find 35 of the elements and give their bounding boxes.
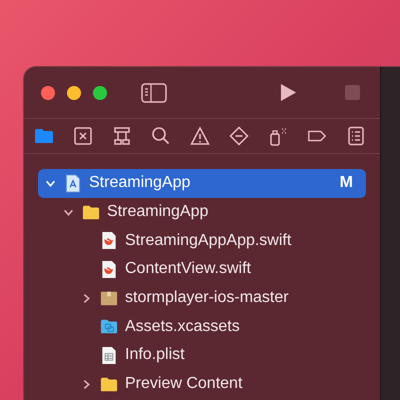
swift-file-icon (100, 260, 118, 279)
diamond-minus-icon (229, 126, 249, 146)
warning-icon (190, 126, 210, 146)
navigator-tab[interactable] (151, 126, 171, 146)
navigator-item[interactable]: StreamingApp (56, 198, 380, 226)
navigator-item[interactable]: stormplayer-ios-master (74, 284, 380, 312)
navigator-tab[interactable] (346, 126, 366, 146)
navigator-tab[interactable] (73, 126, 93, 146)
swift-file-icon (100, 231, 118, 250)
asset-folder-icon (100, 317, 118, 336)
navigator-tab[interactable] (34, 126, 54, 146)
minimize-button[interactable] (67, 86, 81, 100)
hierarchy-icon (112, 126, 132, 146)
navigator-item[interactable]: Info.plist (74, 341, 380, 370)
navigator-item[interactable]: Assets.xcassets (74, 312, 380, 342)
navigator-tab[interactable] (190, 126, 210, 146)
plist-file-icon (100, 346, 118, 365)
navigator-item[interactable]: ContentView.swift (74, 255, 380, 284)
navigator-tab[interactable] (112, 126, 132, 146)
folder-icon (34, 126, 54, 146)
sidebar-toggle-icon[interactable] (141, 82, 167, 102)
navigator-tab[interactable] (268, 126, 288, 146)
crossed-box-icon (73, 126, 93, 146)
navigator-item[interactable]: StreamingAppApp.swift (74, 226, 380, 256)
zoom-button[interactable] (93, 86, 107, 100)
close-button[interactable] (41, 86, 55, 100)
navigator-item[interactable]: StreamingApp M (38, 169, 366, 198)
play-icon[interactable] (280, 83, 297, 102)
project-file-icon (64, 174, 82, 193)
modified-status: M (340, 174, 353, 192)
navigator-tab[interactable] (229, 126, 249, 146)
search-icon (151, 126, 171, 146)
spray-can-icon (268, 126, 288, 146)
list-icon (346, 126, 366, 146)
navigator-item[interactable]: Preview Content (74, 370, 380, 398)
